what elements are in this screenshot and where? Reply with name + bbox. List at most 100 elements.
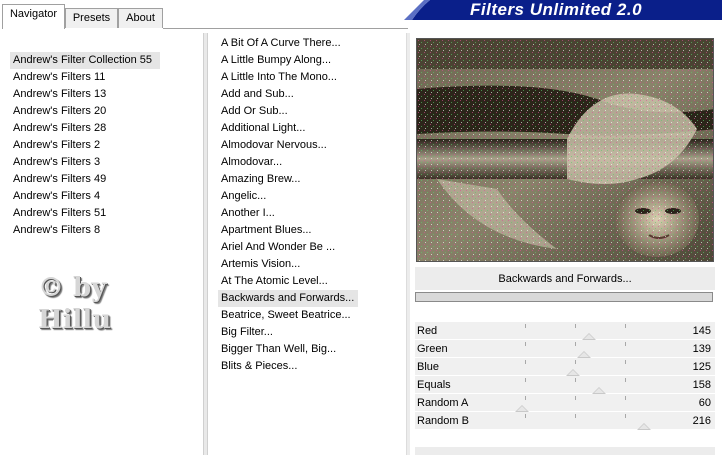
slider-thumb[interactable] (637, 423, 651, 430)
category-item[interactable]: Andrew's Filters 51 (10, 205, 160, 222)
filter-row: Additional Light... (218, 120, 404, 137)
filter-row: Blits & Pieces... (218, 358, 404, 375)
filter-row: Almodovar... (218, 154, 404, 171)
filter-item[interactable]: Almodovar Nervous... (218, 137, 331, 154)
category-item[interactable]: Andrew's Filters 8 (10, 222, 160, 239)
preview-artwork (417, 39, 713, 261)
filter-item[interactable]: Angelic... (218, 188, 270, 205)
tab-navigator[interactable]: Navigator (2, 4, 65, 29)
app-banner: Filters Unlimited 2.0 (400, 0, 722, 20)
slider-tick (575, 360, 576, 364)
filter-item[interactable]: Almodovar... (218, 154, 286, 171)
slider-label: Random B (417, 415, 469, 427)
slider-thumb[interactable] (566, 369, 580, 376)
splitter-right[interactable] (406, 33, 410, 455)
slider-thumb[interactable] (582, 333, 596, 340)
splitter-left[interactable] (203, 33, 208, 455)
filter-row: Beatrice, Sweet Beatrice... (218, 307, 404, 324)
category-list: Andrew's Filter Collection 55 Andrew's Fi… (10, 52, 160, 239)
slider-thumb[interactable] (577, 351, 591, 358)
slider-blue[interactable]: Blue 125 (415, 358, 715, 376)
slider-track[interactable] (475, 358, 675, 376)
slider-thumb[interactable] (515, 405, 529, 412)
filter-item[interactable]: Blits & Pieces... (218, 358, 301, 375)
slider-value: 216 (692, 415, 711, 427)
slider-green[interactable]: Green 139 (415, 340, 715, 358)
category-item[interactable]: Andrew's Filters 4 (10, 188, 160, 205)
slider-red[interactable]: Red 145 (415, 322, 715, 340)
filter-item[interactable]: Artemis Vision... (218, 256, 304, 273)
filter-item[interactable]: Apartment Blues... (218, 222, 316, 239)
preview-image[interactable] (416, 38, 714, 262)
category-item[interactable]: Andrew's Filters 20 (10, 103, 160, 120)
slider-random-b[interactable]: Random B 216 (415, 412, 715, 430)
slider-track[interactable] (475, 394, 675, 412)
filter-item[interactable]: Beatrice, Sweet Beatrice... (218, 307, 355, 324)
category-item[interactable]: Andrew's Filters 28 (10, 120, 160, 137)
filter-name-label: Backwards and Forwards... (415, 266, 715, 290)
watermark-line1: © by (38, 273, 107, 303)
slider-label: Equals (417, 379, 451, 391)
filter-item[interactable]: Additional Light... (218, 120, 309, 137)
filter-item[interactable]: Add Or Sub... (218, 103, 292, 120)
slider-value: 125 (692, 361, 711, 373)
category-item[interactable]: Andrew's Filters 2 (10, 137, 160, 154)
slider-panel: Red 145 Green 139 Blue 125 Equals 158 Random A 60… (415, 322, 715, 430)
category-item[interactable]: Andrew's Filters 49 (10, 171, 160, 188)
filter-list: A Bit Of A Curve There... A Little Bumpy … (218, 35, 404, 375)
slider-track[interactable] (475, 322, 675, 340)
slider-value: 158 (692, 379, 711, 391)
filter-item[interactable]: A Little Bumpy Along... (218, 52, 335, 69)
slider-tick (625, 378, 626, 382)
slider-track[interactable] (475, 340, 675, 358)
filter-row: A Little Bumpy Along... (218, 52, 404, 69)
filter-item[interactable]: Another I... (218, 205, 279, 222)
filter-row: Apartment Blues... (218, 222, 404, 239)
filter-row: Big Filter... (218, 324, 404, 341)
category-item[interactable]: Andrew's Filters 3 (10, 154, 160, 171)
filter-row: Angelic... (218, 188, 404, 205)
tab-about[interactable]: About (118, 8, 163, 28)
slider-value: 60 (698, 397, 711, 409)
slider-tick (575, 342, 576, 346)
filter-row: Add Or Sub... (218, 103, 404, 120)
filter-item[interactable]: Backwards and Forwards... (218, 290, 359, 307)
slider-label: Green (417, 343, 448, 355)
filter-item[interactable]: A Bit Of A Curve There... (218, 35, 345, 52)
slider-thumb[interactable] (592, 387, 606, 394)
slider-tick (625, 324, 626, 328)
tab-presets[interactable]: Presets (65, 8, 118, 28)
slider-tick (625, 414, 626, 418)
slider-tick (575, 378, 576, 382)
panel-footer (415, 447, 715, 455)
filter-item[interactable]: Ariel And Wonder Be ... (218, 239, 339, 256)
slider-value: 145 (692, 325, 711, 337)
filter-item[interactable]: Bigger Than Well, Big... (218, 341, 340, 358)
slider-label: Random A (417, 397, 469, 409)
slider-equals[interactable]: Equals 158 (415, 376, 715, 394)
category-item[interactable]: Andrew's Filters 13 (10, 86, 160, 103)
category-item[interactable]: Andrew's Filters 11 (10, 69, 160, 86)
slider-tick (525, 414, 526, 418)
filter-row: Artemis Vision... (218, 256, 404, 273)
slider-tick (625, 360, 626, 364)
filter-row: A Little Into The Mono... (218, 69, 404, 86)
filter-item[interactable]: At The Atomic Level... (218, 273, 332, 290)
filter-row: Almodovar Nervous... (218, 137, 404, 154)
slider-tick (525, 360, 526, 364)
filter-row: Amazing Brew... (218, 171, 404, 188)
tab-divider (163, 28, 408, 29)
category-item[interactable]: Andrew's Filter Collection 55 (10, 52, 160, 69)
slider-tick (575, 396, 576, 400)
slider-tick (525, 342, 526, 346)
slider-track[interactable] (475, 376, 675, 394)
filter-item[interactable]: A Little Into The Mono... (218, 69, 341, 86)
filter-row: Backwards and Forwards... (218, 290, 404, 307)
slider-random-a[interactable]: Random A 60 (415, 394, 715, 412)
filter-item[interactable]: Add and Sub... (218, 86, 298, 103)
slider-track[interactable] (475, 412, 675, 430)
filter-item[interactable]: Amazing Brew... (218, 171, 304, 188)
filter-item[interactable]: Big Filter... (218, 324, 277, 341)
watermark-line2: Hillu (38, 305, 112, 335)
slider-tick (625, 396, 626, 400)
